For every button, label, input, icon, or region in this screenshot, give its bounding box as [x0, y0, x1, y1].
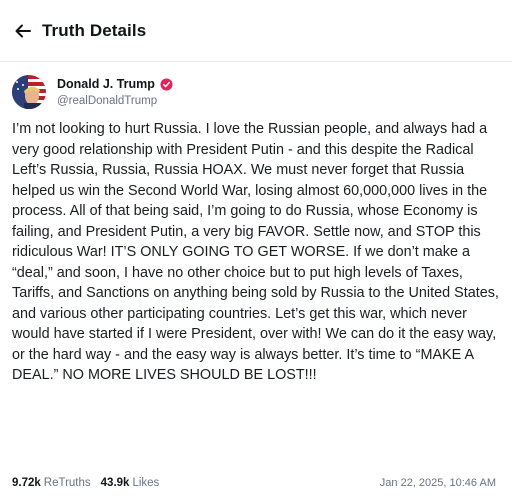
avatar[interactable]	[12, 75, 46, 109]
post-stats: 9.72k ReTruths 43.9k Likes Jan 22, 2025, 1…	[12, 474, 504, 492]
retruths-label: ReTruths	[43, 477, 91, 489]
author-name[interactable]: Donald J. Trump	[57, 77, 155, 91]
author-handle[interactable]: @realDonaldTrump	[57, 95, 173, 107]
retruths-stat[interactable]: 9.72k ReTruths	[12, 477, 91, 489]
page-header: Truth Details	[0, 0, 512, 62]
page-title: Truth Details	[42, 20, 147, 40]
retruths-count: 9.72k	[12, 477, 41, 489]
back-button[interactable]	[14, 22, 32, 40]
likes-label: Likes	[132, 477, 160, 489]
post-timestamp: Jan 22, 2025, 10:46 AM	[379, 477, 496, 489]
post-author: Donald J. Trump @realDonaldTrump	[12, 72, 173, 112]
verified-badge-icon	[160, 77, 173, 91]
arrow-left-icon	[15, 24, 31, 37]
likes-stat[interactable]: 43.9k Likes	[101, 477, 160, 489]
post-text: I’m not looking to hurt Russia. I love t…	[12, 121, 499, 383]
likes-count: 43.9k	[100, 477, 130, 489]
